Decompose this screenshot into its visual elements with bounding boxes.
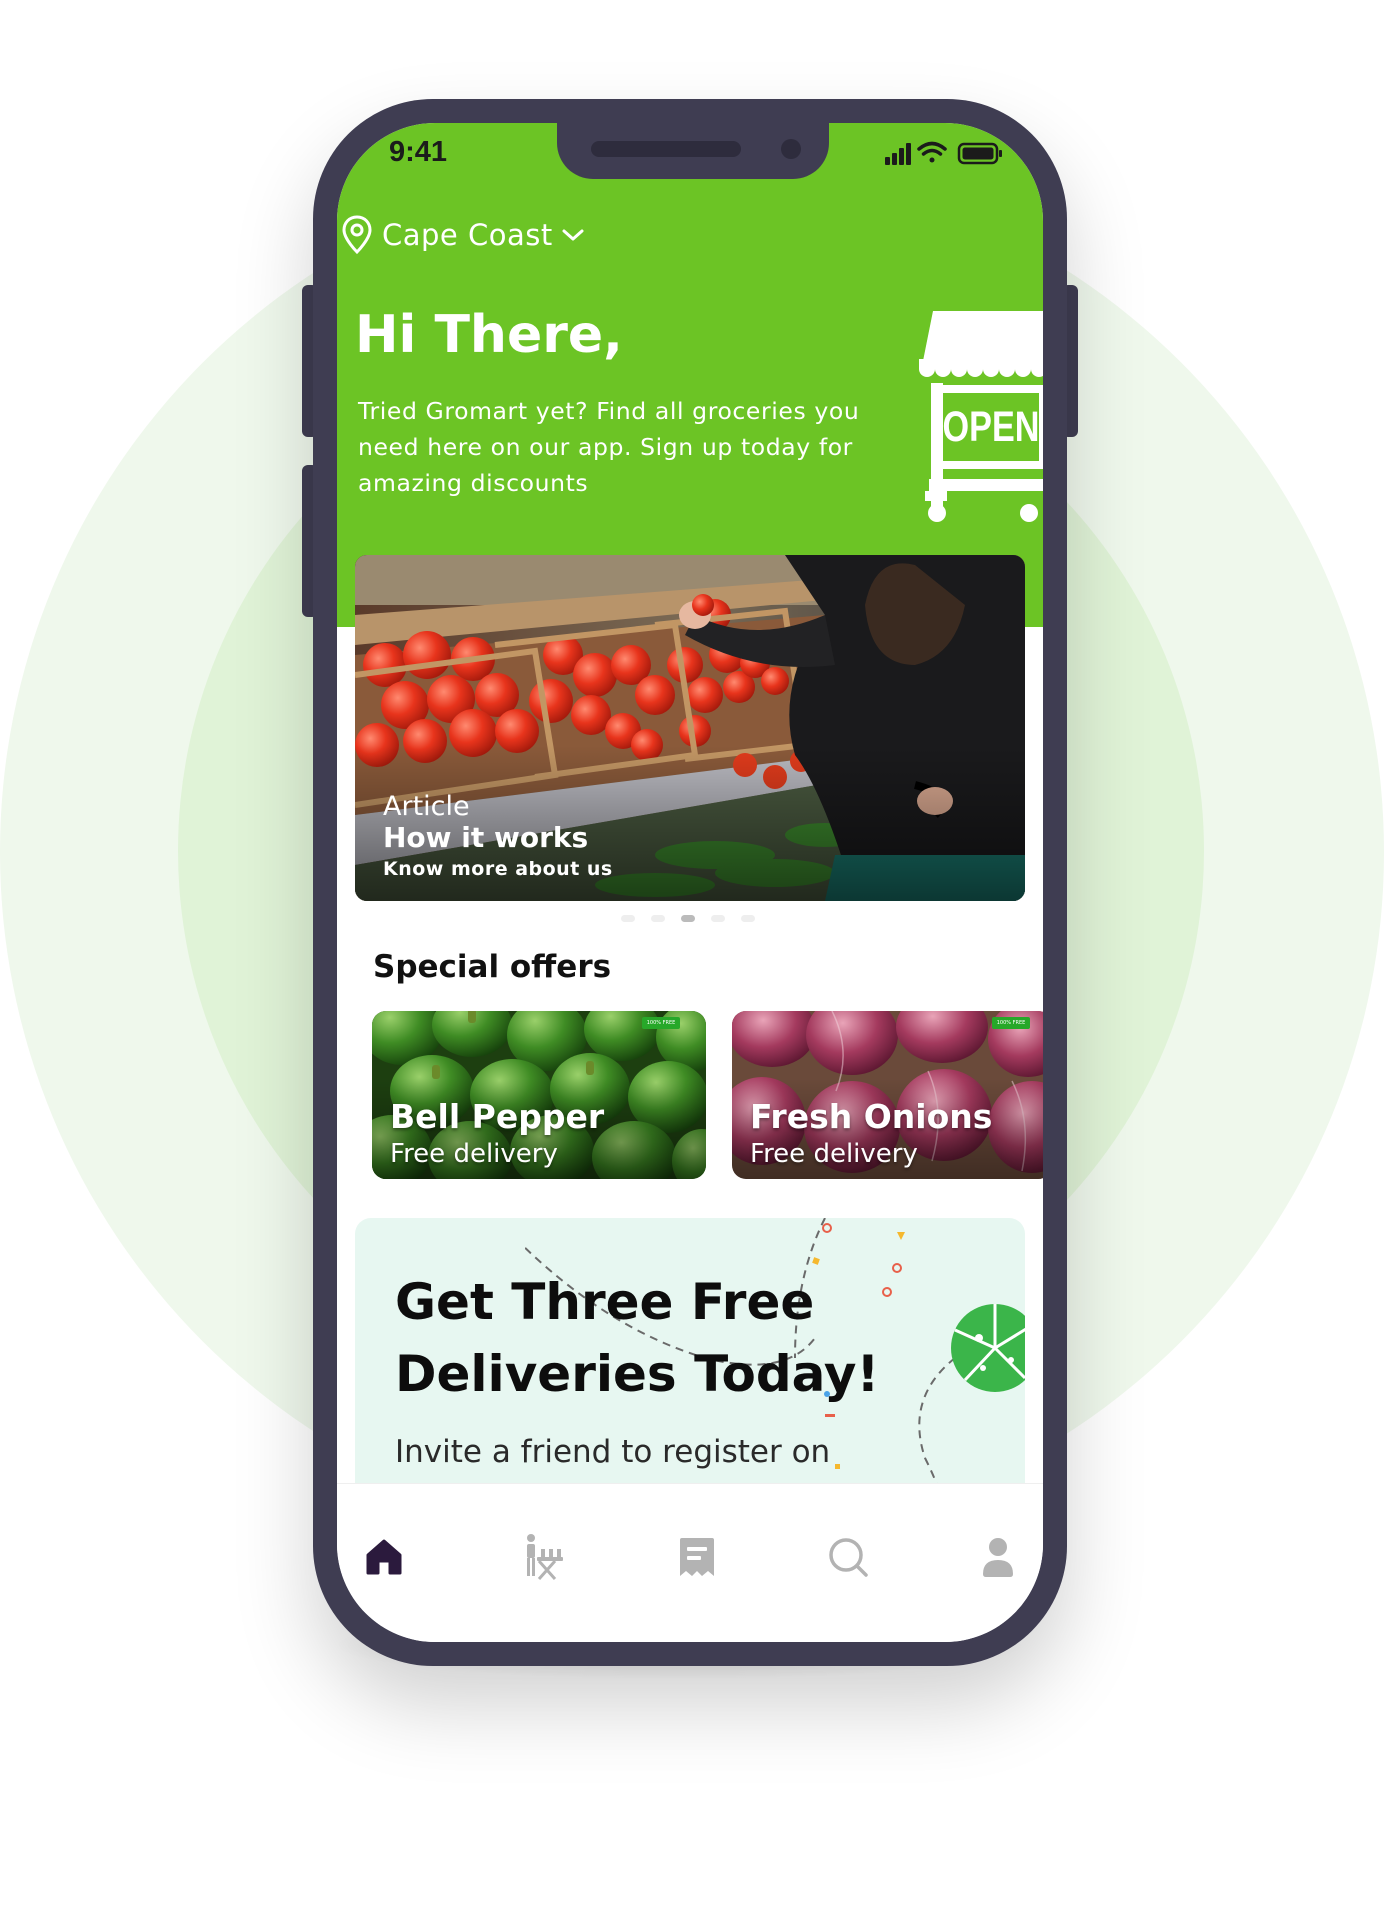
pagination-dot[interactable] [651, 915, 665, 922]
status-time: 9:41 [389, 136, 448, 168]
offer-card-fresh-onions[interactable]: 100% FREE Fresh Onions Free delivery [732, 1011, 1043, 1179]
offer-card-bell-pepper[interactable]: 100% FREE Bell Pepper Free delivery [372, 1011, 706, 1179]
phone-notch [557, 123, 829, 179]
home-icon [366, 1539, 402, 1575]
pagination-dot-active[interactable] [681, 915, 695, 922]
offer-subtitle: Free delivery [750, 1139, 918, 1169]
search-icon [829, 1538, 868, 1577]
pagination-dot[interactable] [711, 915, 725, 922]
location-pin-icon [342, 215, 372, 255]
bottom-tab-bar [337, 1483, 1043, 1642]
banner-pagination [621, 915, 755, 922]
tab-profile[interactable] [971, 1530, 1025, 1584]
tab-search[interactable] [821, 1530, 875, 1584]
special-offers-title: Special offers [373, 949, 612, 985]
article-banner[interactable]: Article How it works Know more about us [355, 555, 1025, 901]
banner-label: Article [383, 791, 470, 822]
tab-orders[interactable] [670, 1530, 724, 1584]
chevron-down-icon [562, 229, 584, 241]
tab-home[interactable] [357, 1530, 411, 1584]
free-tag: 100% FREE [992, 1017, 1030, 1029]
promo-card[interactable]: Get Three Free Deliveries Today! Invite … [355, 1218, 1025, 1518]
shopping-icon [527, 1534, 563, 1580]
wifi-icon [917, 141, 947, 163]
location-selector[interactable]: Cape Coast [342, 215, 585, 255]
greeting-subtitle: Tried Gromart yet? Find all groceries yo… [358, 397, 860, 497]
battery-icon [957, 142, 1002, 165]
promo-headline-line-2: Deliveries Today! [395, 1345, 880, 1403]
front-camera [781, 139, 801, 159]
phone-frame: 9:41 Cape Coast Hi There, Tried Gromart … [313, 99, 1067, 1666]
receipt-icon [680, 1538, 714, 1576]
location-name: Cape Coast [382, 218, 553, 252]
tab-shopping[interactable] [517, 1530, 571, 1584]
status-icons [885, 141, 1002, 165]
free-tag: 100% FREE [642, 1017, 680, 1029]
signal-icon [885, 143, 911, 165]
promo-body: Invite a friend to register on [395, 1434, 831, 1470]
pagination-dot[interactable] [741, 915, 755, 922]
speaker-grille [591, 141, 741, 157]
store-open-icon: OPEN [919, 311, 1043, 522]
offer-title: Fresh Onions [750, 1097, 993, 1136]
banner-subtitle: Know more about us [383, 858, 613, 880]
offer-title: Bell Pepper [390, 1097, 605, 1136]
open-sign-text: OPEN [943, 403, 1040, 450]
pagination-dot[interactable] [621, 915, 635, 922]
promo-headline: Get Three Free Deliveries Today! [395, 1266, 935, 1410]
phone-screen: 9:41 Cape Coast Hi There, Tried Gromart … [337, 123, 1043, 1642]
promo-headline-line-1: Get Three Free [395, 1273, 815, 1331]
offer-subtitle: Free delivery [390, 1139, 558, 1169]
profile-icon [983, 1538, 1013, 1577]
greeting-title: Hi There, [355, 305, 623, 365]
banner-title: How it works [383, 821, 589, 854]
